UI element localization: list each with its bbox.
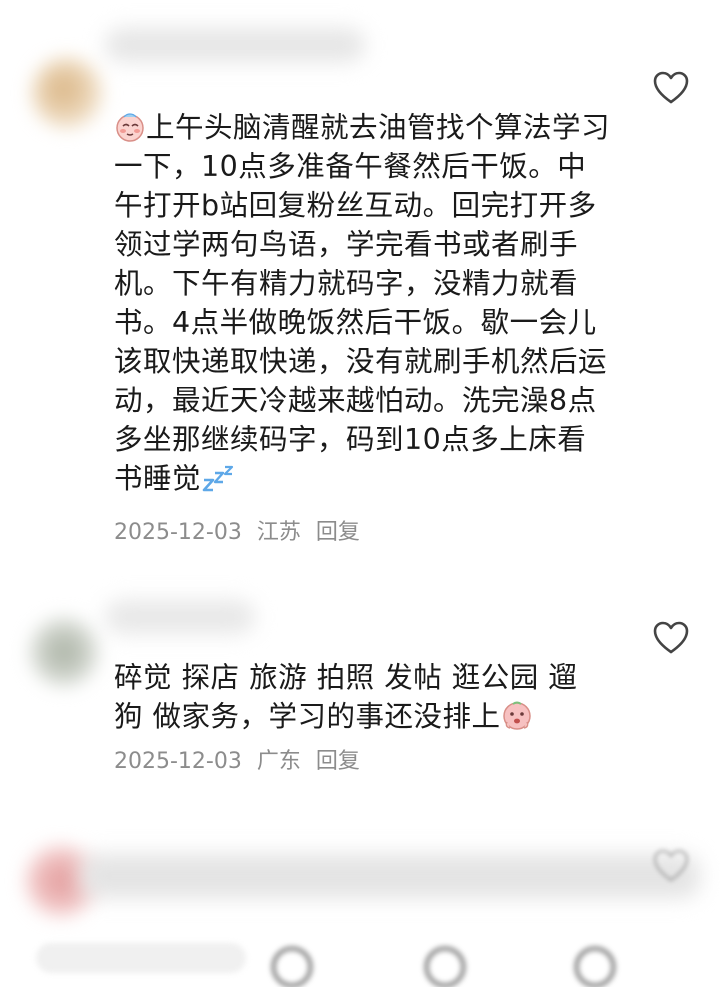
comment-content: 上午头脑清醒就去油管找个算法学习一下，10点多准备午餐然后干饭。中午打开b站回复… bbox=[114, 108, 614, 498]
like-button[interactable] bbox=[652, 848, 690, 884]
comment-date: 2025-12-03 bbox=[114, 749, 242, 774]
comment-text: 上午头脑清醒就去油管找个算法学习一下，10点多准备午餐然后干饭。中午打开b站回复… bbox=[114, 111, 611, 495]
like-icon[interactable] bbox=[272, 947, 312, 987]
comment-item: 上午头脑清醒就去油管找个算法学习一下，10点多准备午餐然后干饭。中午打开b站回复… bbox=[0, 0, 720, 590]
zzz-sleep-icon bbox=[201, 464, 235, 494]
reply-button[interactable]: 回复 bbox=[316, 749, 360, 774]
avatar[interactable] bbox=[32, 58, 102, 128]
comment-location: 广东 bbox=[256, 749, 301, 774]
comment-icon[interactable] bbox=[575, 947, 615, 987]
comment-meta: 2025-12-03 江苏 回复 bbox=[114, 518, 368, 548]
comment-item: 碎觉 探店 旅游 拍照 发帖 逛公园 遛狗 做家务，学习的事还没排上 2025-… bbox=[0, 590, 720, 820]
username[interactable] bbox=[80, 854, 700, 898]
reply-button[interactable]: 回复 bbox=[316, 520, 360, 545]
heart-outline-icon bbox=[652, 620, 690, 656]
comment-input[interactable] bbox=[36, 943, 246, 973]
comment-content: 碎觉 探店 旅游 拍照 发帖 逛公园 遛狗 做家务，学习的事还没排上 bbox=[114, 658, 604, 736]
heart-outline-icon bbox=[652, 70, 690, 106]
like-button[interactable] bbox=[652, 620, 690, 656]
bottom-toolbar bbox=[0, 935, 720, 987]
username[interactable] bbox=[105, 28, 365, 62]
username[interactable] bbox=[105, 600, 255, 634]
collect-icon[interactable] bbox=[425, 947, 465, 987]
embarrassed-face-sticker-icon bbox=[501, 700, 533, 732]
comment-meta: 2025-12-03 广东 回复 bbox=[114, 747, 368, 777]
heart-outline-icon bbox=[652, 848, 690, 884]
like-button[interactable] bbox=[652, 70, 690, 106]
avatar[interactable] bbox=[30, 618, 98, 686]
blushing-face-sticker-icon bbox=[114, 111, 146, 143]
comment-date: 2025-12-03 bbox=[114, 520, 242, 545]
comment-location: 江苏 bbox=[256, 520, 301, 545]
comment-item bbox=[0, 820, 720, 935]
